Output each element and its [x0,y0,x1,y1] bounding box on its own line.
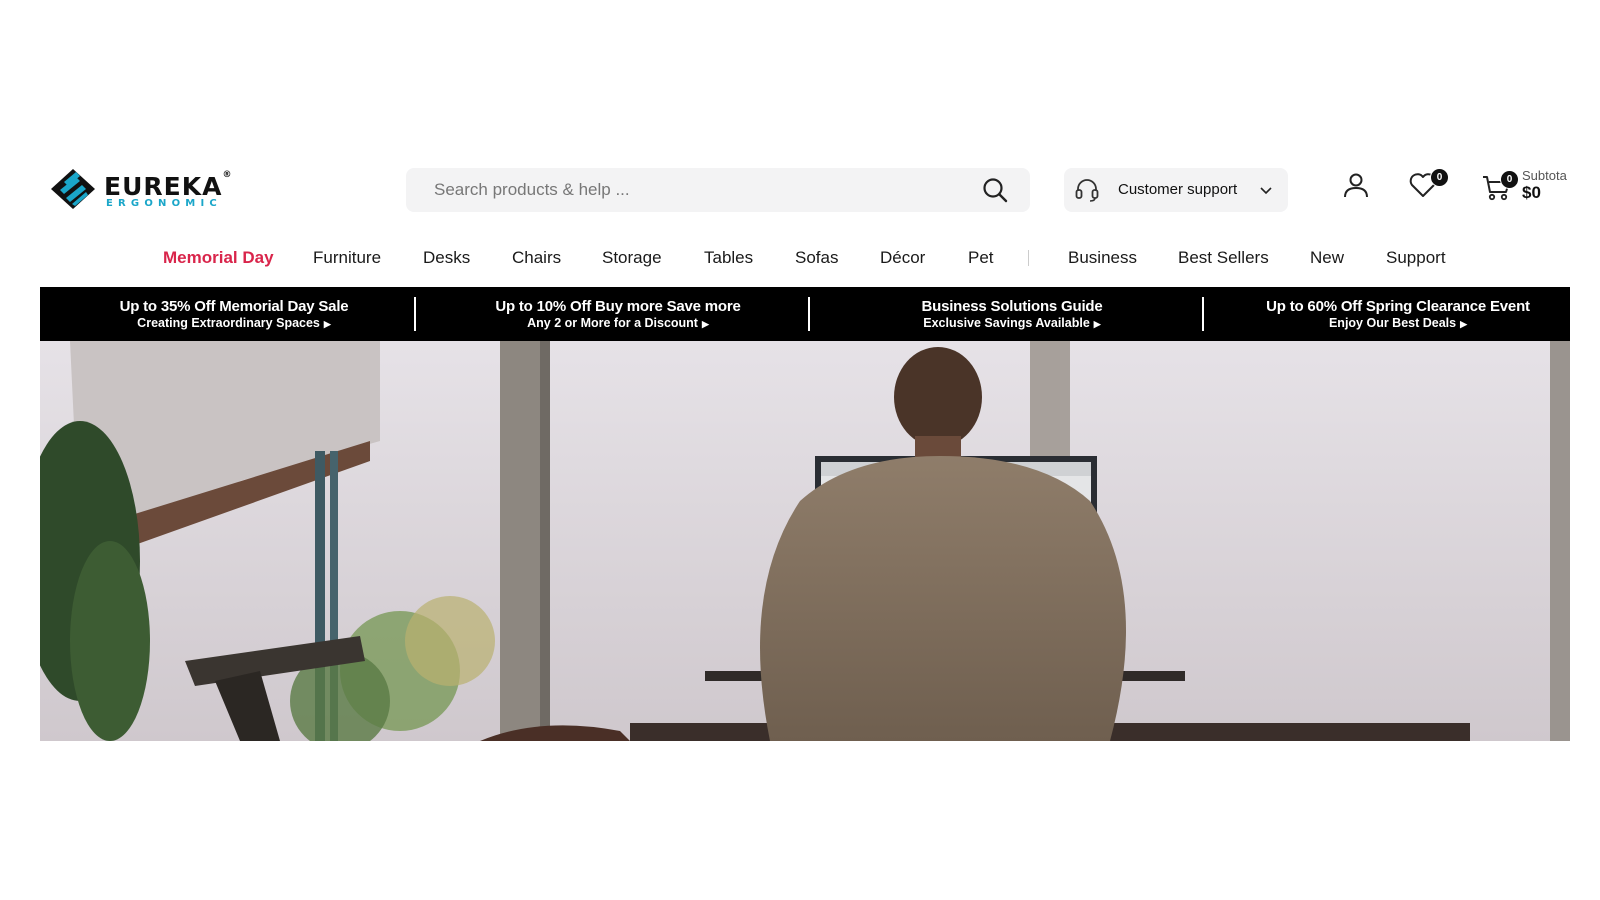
cart-count-badge: 0 [1500,170,1519,189]
nav-item-new[interactable]: New [1310,240,1344,276]
user-icon[interactable] [1342,171,1370,199]
nav-item-business[interactable]: Business [1068,240,1137,276]
arrow-right-icon: ▶ [1093,319,1101,329]
promo-title: Up to 10% Off Buy more Save more [495,298,741,315]
promo-spring-clearance[interactable]: Up to 60% Off Spring Clearance Event Enj… [1208,287,1588,341]
logo-mark-icon [51,169,95,209]
promo-title: Up to 60% Off Spring Clearance Event [1266,298,1530,315]
arrow-right-icon: ▶ [323,319,331,329]
promo-title: Up to 35% Off Memorial Day Sale [119,298,349,315]
promo-subtitle: Enjoy Our Best Deals ▶ [1328,316,1468,330]
nav-item-decor[interactable]: Décor [880,240,925,276]
nav-item-support[interactable]: Support [1386,240,1446,276]
promo-subtitle: Exclusive Savings Available ▶ [923,316,1101,330]
promo-subtitle: Creating Extraordinary Spaces ▶ [137,316,331,330]
promo-business-solutions[interactable]: Business Solutions Guide Exclusive Savin… [822,287,1202,341]
cart-subtotal-value: $0 [1522,183,1541,202]
promo-memorial-day[interactable]: Up to 35% Off Memorial Day Sale Creating… [44,287,424,341]
wishlist-count-badge: 0 [1430,168,1449,187]
main-navigation: Memorial Day Furniture Desks Chairs Stor… [0,240,1600,276]
nav-item-memorial-day[interactable]: Memorial Day [163,240,274,276]
nav-item-storage[interactable]: Storage [602,240,662,276]
promo-title: Business Solutions Guide [921,298,1103,315]
promo-divider [808,297,810,331]
nav-item-pet[interactable]: Pet [968,240,994,276]
search-icon[interactable] [982,177,1008,203]
nav-item-sofas[interactable]: Sofas [795,240,838,276]
promo-banner-bar: Up to 35% Off Memorial Day Sale Creating… [40,287,1570,341]
hero-image [40,341,1570,741]
search-placeholder: Search products & help ... [434,180,630,199]
nav-item-chairs[interactable]: Chairs [512,240,561,276]
promo-divider [414,297,416,331]
hero-banner[interactable] [40,341,1570,741]
nav-item-best-sellers[interactable]: Best Sellers [1178,240,1269,276]
headset-icon [1075,179,1099,202]
site-header: EUREKA® ERGONOMIC Search products & help… [40,158,1570,222]
arrow-right-icon: ▶ [701,319,709,329]
promo-buy-more-save-more[interactable]: Up to 10% Off Buy more Save more Any 2 o… [428,287,808,341]
nav-divider [1028,250,1029,266]
search-input[interactable]: Search products & help ... [406,168,1030,212]
customer-support-dropdown[interactable]: Customer support [1064,168,1288,212]
brand-logo[interactable]: EUREKA® ERGONOMIC [50,168,233,212]
nav-item-desks[interactable]: Desks [423,240,470,276]
cart-subtotal-label: Subtota [1522,168,1567,183]
promo-subtitle: Any 2 or More for a Discount ▶ [527,316,709,330]
promo-divider [1202,297,1204,331]
customer-support-label: Customer support [1118,181,1238,198]
nav-item-furniture[interactable]: Furniture [313,240,381,276]
brand-name: EUREKA® [104,170,233,201]
chevron-down-icon [1260,187,1272,195]
brand-tagline: ERGONOMIC [106,198,222,209]
nav-item-tables[interactable]: Tables [704,240,753,276]
arrow-right-icon: ▶ [1460,319,1468,329]
